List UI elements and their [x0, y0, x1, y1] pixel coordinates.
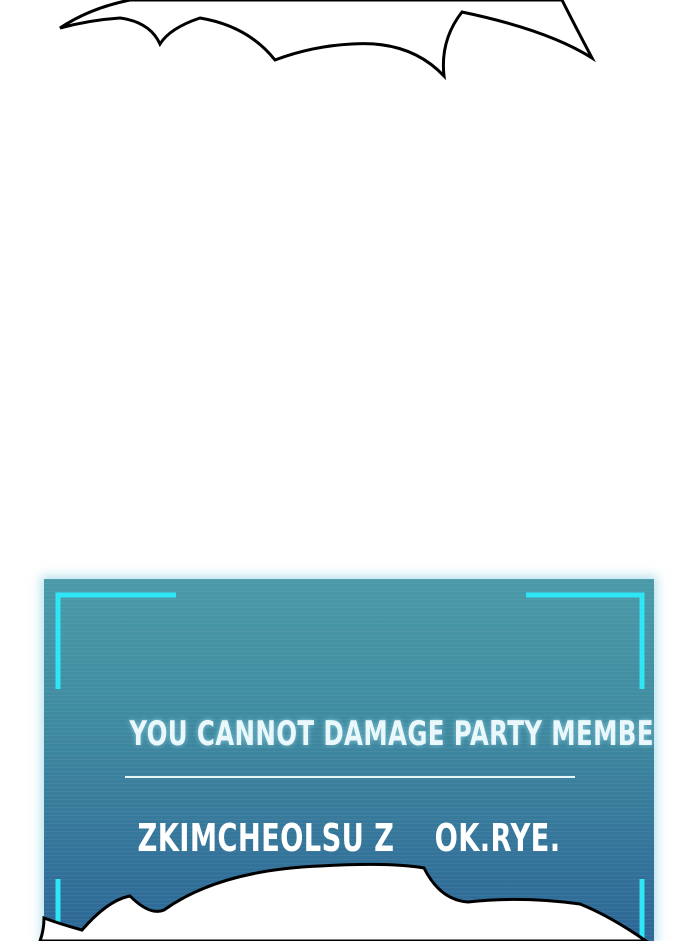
name-part-2: OK.RYE. — [434, 816, 561, 860]
panel-divider — [125, 776, 575, 778]
name-part-1: ZKIMCHEOLSU Z — [137, 816, 395, 860]
system-message: YOU CANNOT DAMAGE PARTY MEMBERS. — [129, 714, 654, 754]
name-line: ZKIMCHEOLSU Z OK.RYE. — [129, 816, 568, 860]
bottom-speech-bubble — [38, 862, 649, 941]
top-speech-bubble — [59, 0, 596, 81]
